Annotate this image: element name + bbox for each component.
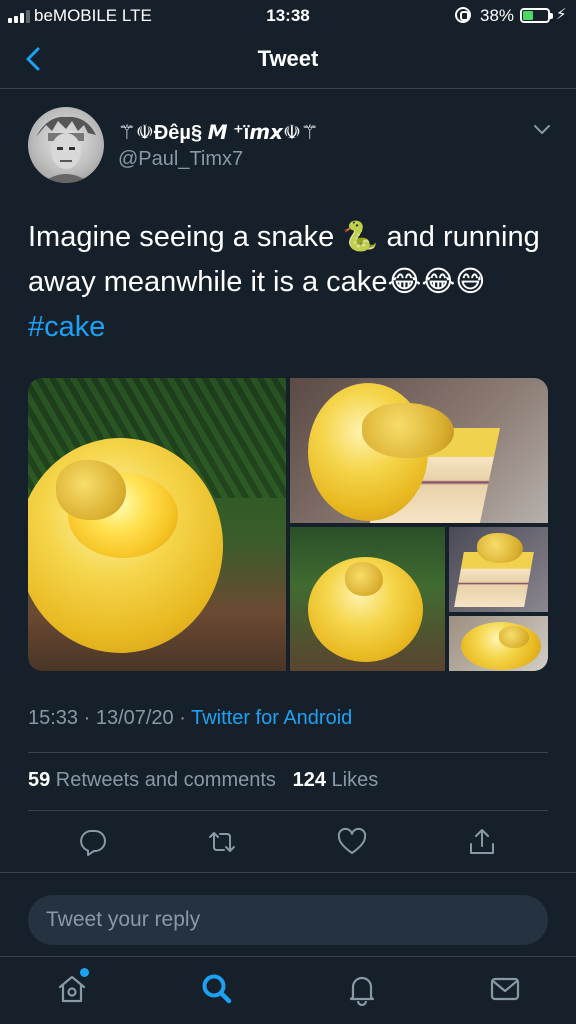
battery-percent: 38% [480, 6, 515, 25]
divider [0, 956, 576, 957]
media-image[interactable] [449, 616, 548, 671]
avatar[interactable] [28, 107, 104, 183]
reply-icon [80, 830, 106, 856]
rotation-lock-icon [455, 7, 471, 23]
more-options-button[interactable] [530, 120, 554, 140]
tweet-text-line: Imagine seeing a snake 🐍 and running [28, 221, 540, 253]
divider [28, 810, 548, 811]
battery-icon [520, 8, 553, 23]
share-button[interactable] [467, 827, 497, 857]
tweet-timestamp: 15:33 · 13/07/20 · Twitter for Android [28, 707, 352, 730]
reply-input[interactable] [28, 895, 548, 945]
tab-notifications[interactable] [345, 972, 379, 1007]
tab-search[interactable] [200, 972, 234, 1006]
home-icon [58, 975, 86, 1003]
hashtag-link[interactable]: #cake [28, 311, 105, 343]
likes-count[interactable]: 124 [293, 769, 326, 791]
avatar-image [36, 116, 96, 183]
search-icon [202, 974, 232, 1004]
charging-icon: ⚡ [556, 6, 567, 23]
user-handle[interactable]: @Paul_Timx7 [118, 148, 243, 171]
page-title: Tweet [257, 46, 319, 71]
like-icon [337, 827, 367, 854]
media-image[interactable] [449, 527, 548, 612]
share-icon [470, 829, 494, 854]
nav-bar: Tweet [0, 32, 576, 89]
tweet-text: Imagine seeing a snake 🐍 and running awa… [28, 215, 558, 350]
messages-icon [490, 977, 520, 1001]
tweet-stats: 59 Retweets and comments 124 Likes [28, 769, 378, 792]
like-button[interactable] [337, 827, 367, 857]
notifications-icon [349, 976, 375, 1007]
tab-messages[interactable] [488, 972, 522, 1006]
notification-dot [80, 968, 89, 977]
status-bar: beMOBILE LTE 13:38 38% ⚡ [0, 0, 576, 32]
divider [0, 872, 576, 873]
divider [28, 752, 548, 753]
chevron-down-icon [534, 125, 550, 134]
media-grid [28, 378, 548, 671]
display-name[interactable]: ⚚☫Đêµ§ 𝙈 ⁺ï𝙢𝙭☫⚚ [118, 120, 319, 145]
timestamp-text: 15:33 · 13/07/20 · [28, 707, 192, 729]
tab-home[interactable] [55, 972, 89, 1006]
reply-button[interactable] [78, 827, 108, 857]
media-image[interactable] [290, 378, 548, 523]
retweet-icon [209, 832, 235, 852]
retweets-count[interactable]: 59 [28, 769, 50, 791]
media-image[interactable] [290, 527, 445, 671]
source-link[interactable]: Twitter for Android [191, 707, 352, 729]
tweet-text-line: away meanwhile it is a cake😂😂😅 [28, 266, 486, 298]
reply-box[interactable] [28, 895, 548, 945]
likes-label[interactable]: Likes [326, 769, 379, 791]
retweet-button[interactable] [207, 827, 237, 857]
retweets-label[interactable]: Retweets and comments [50, 769, 276, 791]
media-image[interactable] [28, 378, 286, 671]
